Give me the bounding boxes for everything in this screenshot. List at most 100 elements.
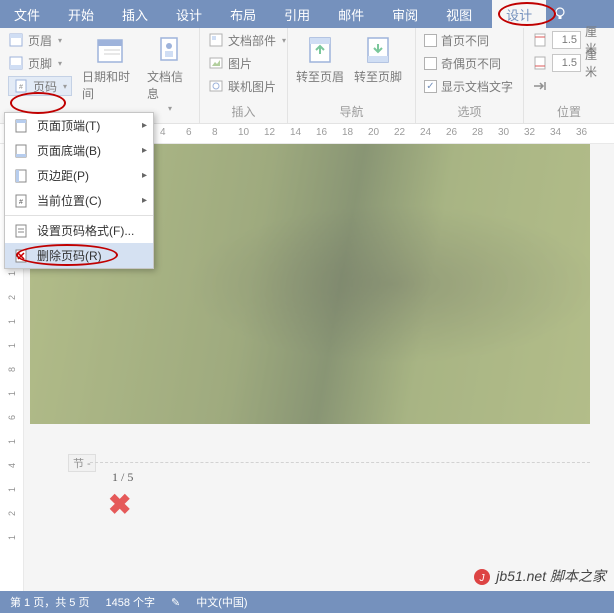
datetime-label: 日期和时间: [82, 68, 137, 102]
datetime-button[interactable]: 日期和时间: [82, 30, 137, 102]
tab-review[interactable]: 审阅: [378, 0, 432, 28]
top-value[interactable]: 1.5: [552, 31, 581, 49]
header-button[interactable]: 页眉 ▾: [8, 30, 72, 50]
group-label-nav: 导航: [296, 101, 407, 123]
menu-label: 页边距(P): [37, 167, 89, 184]
footer-from-bottom[interactable]: 1.5厘米: [532, 53, 606, 73]
status-page[interactable]: 第 1 页，共 5 页: [10, 594, 89, 610]
margin-bottom-icon: [532, 55, 548, 71]
tab-icon: [532, 78, 548, 94]
menu-remove-pagenum[interactable]: 删除页码(R): [5, 243, 153, 268]
tab-references[interactable]: 引用: [270, 0, 324, 28]
group-label-position: 位置: [532, 101, 606, 123]
svg-text:J: J: [479, 573, 486, 584]
menu-label: 删除页码(R): [37, 247, 102, 264]
pagenum-icon: #: [13, 78, 29, 94]
menu-page-top[interactable]: 页面顶端(T) ▸: [5, 113, 153, 138]
goto-footer-label: 转至页脚: [354, 68, 402, 85]
remove-icon: [13, 248, 29, 264]
chevron-down-icon: ▾: [282, 36, 286, 45]
chevron-down-icon: ▾: [58, 36, 62, 45]
tab-home[interactable]: 开始: [54, 0, 108, 28]
docinfo-label: 文档信息: [147, 68, 191, 102]
ribbon: 页眉▾ 页脚▾ #页码▾ 日期和时间 文档信息▾ 文档部件▾ 图片 联机图片 插…: [0, 28, 614, 124]
header-icon: [8, 32, 24, 48]
firstpage-diff-checkbox[interactable]: 首页不同: [424, 30, 513, 50]
bottom-value[interactable]: 1.5: [552, 54, 581, 72]
show-doctext-label: 显示文档文字: [441, 78, 513, 95]
submenu-arrow-icon: ▸: [142, 120, 147, 131]
chevron-down-icon: ▾: [58, 59, 62, 68]
chevron-down-icon: ▾: [63, 82, 67, 91]
tab-view[interactable]: 视图: [432, 0, 486, 28]
oddeven-diff-checkbox[interactable]: 奇偶页不同: [424, 53, 513, 73]
red-x-annotation: ✖: [108, 488, 131, 521]
tab-bar: 文件 开始 插入 设计 布局 引用 邮件 审阅 视图 设计: [0, 0, 614, 28]
tell-me[interactable]: [546, 0, 574, 28]
footer-label: 页脚: [28, 55, 52, 72]
status-language[interactable]: 中文(中国): [196, 594, 247, 610]
calendar-icon: [94, 34, 126, 66]
submenu-arrow-icon: ▸: [142, 195, 147, 206]
quickparts-button[interactable]: 文档部件 ▾: [208, 30, 286, 50]
onlinepic-button[interactable]: 联机图片: [208, 76, 286, 96]
show-doctext-checkbox[interactable]: ✓ 显示文档文字: [424, 76, 513, 96]
goto-footer-button[interactable]: 转至页脚: [354, 30, 402, 85]
section-label: 节 -: [68, 454, 96, 472]
status-proofing-icon[interactable]: ✎: [171, 596, 180, 609]
quickparts-label: 文档部件: [228, 32, 276, 49]
menu-format-pagenum[interactable]: 设置页码格式(F)...: [5, 218, 153, 243]
page-top-icon: [13, 118, 29, 134]
menu-separator: [5, 215, 153, 216]
firstpage-diff-label: 首页不同: [441, 32, 489, 49]
checkbox-icon: [424, 34, 437, 47]
svg-text:#: #: [19, 84, 23, 91]
svg-text:#: #: [19, 199, 23, 206]
insert-aligntab-button[interactable]: [532, 76, 606, 96]
goto-header-label: 转至页眉: [296, 68, 344, 85]
menu-page-bottom[interactable]: 页面底端(B) ▸: [5, 138, 153, 163]
menu-page-margin[interactable]: 页边距(P) ▸: [5, 163, 153, 188]
chevron-down-icon: ▾: [168, 104, 172, 113]
onlinepic-icon: [208, 78, 224, 94]
tab-design[interactable]: 设计: [162, 0, 216, 28]
format-icon: [13, 223, 29, 239]
margin-top-icon: [532, 32, 548, 48]
tab-context-design[interactable]: 设计: [492, 0, 546, 28]
docinfo-button[interactable]: 文档信息 ▾: [147, 30, 191, 113]
picture-label: 图片: [228, 55, 252, 72]
menu-current-position[interactable]: #当前位置(C)▸: [5, 188, 153, 213]
pagenum-menu: 页面顶端(T) ▸ 页面底端(B) ▸ 页边距(P) ▸ #当前位置(C)▸ 设置页码…: [4, 112, 154, 269]
checkbox-icon: [424, 57, 437, 70]
picture-button[interactable]: 图片: [208, 53, 286, 73]
tab-layout[interactable]: 布局: [216, 0, 270, 28]
status-words[interactable]: 1458 个字: [105, 594, 155, 610]
pagenum-button[interactable]: #页码▾: [8, 76, 72, 96]
quickparts-icon: [208, 32, 224, 48]
tab-insert[interactable]: 插入: [108, 0, 162, 28]
goto-header-button[interactable]: 转至页眉: [296, 30, 344, 85]
footer-icon: [8, 55, 24, 71]
submenu-arrow-icon: ▸: [142, 145, 147, 156]
page-margin-icon: [13, 168, 29, 184]
tab-file[interactable]: 文件: [0, 0, 54, 28]
unit-label: 厘米: [585, 46, 606, 80]
menu-label: 页面顶端(T): [37, 117, 100, 134]
group-label-options: 选项: [424, 101, 515, 123]
header-label: 页眉: [28, 32, 52, 49]
checkbox-checked-icon: ✓: [424, 80, 437, 93]
onlinepic-label: 联机图片: [228, 78, 276, 95]
menu-label: 设置页码格式(F)...: [37, 222, 134, 239]
bulb-icon: [552, 6, 568, 22]
menu-label: 页面底端(B): [37, 142, 101, 159]
goto-footer-icon: [362, 34, 394, 66]
footer-boundary: [90, 462, 590, 463]
docinfo-icon: [153, 34, 185, 66]
footer-button[interactable]: 页脚 ▾: [8, 53, 72, 73]
page-bottom-icon: [13, 143, 29, 159]
oddeven-diff-label: 奇偶页不同: [441, 55, 501, 72]
goto-header-icon: [304, 34, 336, 66]
page-number-field[interactable]: 1 / 5: [112, 470, 133, 485]
submenu-arrow-icon: ▸: [142, 170, 147, 181]
tab-mail[interactable]: 邮件: [324, 0, 378, 28]
